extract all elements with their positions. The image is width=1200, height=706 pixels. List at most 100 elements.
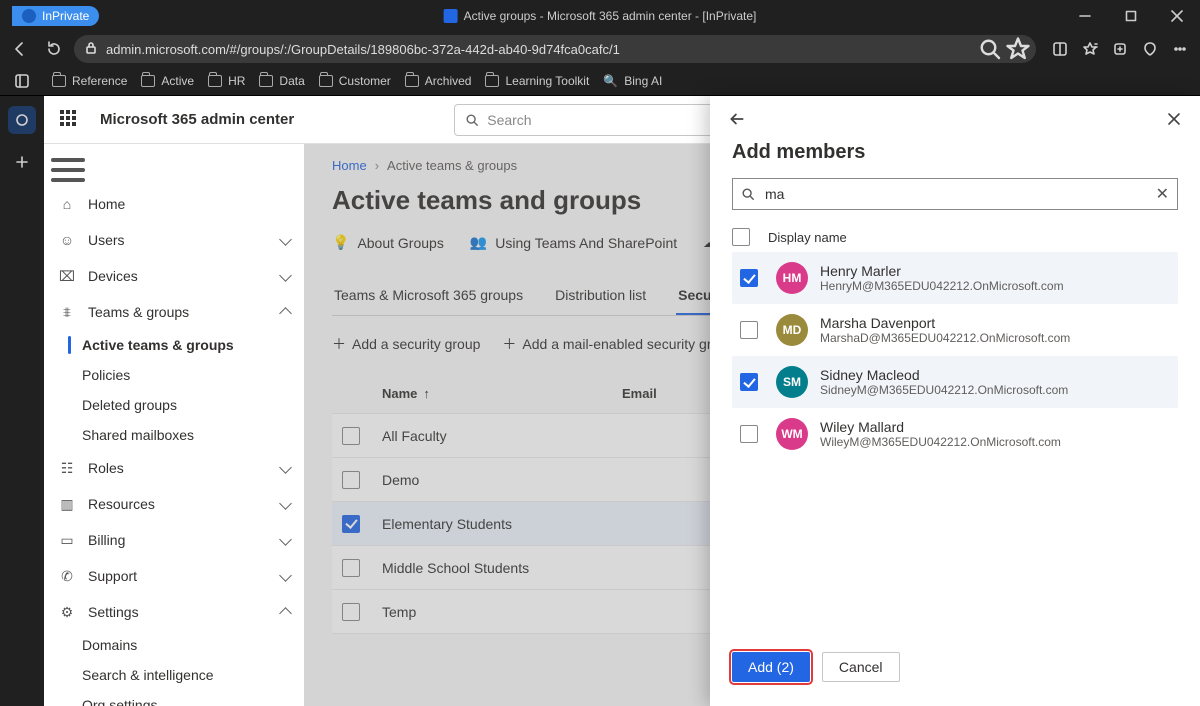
nav-devices[interactable]: ⌧Devices [44,258,304,294]
nav-policies[interactable]: Policies [44,360,304,390]
col-name[interactable]: Name↑ [382,386,622,401]
refresh-button[interactable] [40,35,68,63]
panel-back-button[interactable] [728,110,746,133]
member-name: Wiley Mallard [820,419,1061,435]
nav-deleted-groups[interactable]: Deleted groups [44,390,304,420]
address-bar-row: admin.microsoft.com/#/groups/:/GroupDeta… [0,32,1200,66]
nav-users[interactable]: ☺Users [44,222,304,258]
nav-domains[interactable]: Domains [44,630,304,660]
favorite-bing-ai[interactable]: 🔍Bing AI [603,74,662,88]
row-checkbox[interactable] [342,427,360,445]
nav-billing[interactable]: ▭Billing [44,522,304,558]
row-checkbox[interactable] [342,603,360,621]
favorite-data[interactable]: Data [259,74,304,88]
select-all-checkbox[interactable] [732,228,750,246]
devices-icon: ⌧ [58,268,76,285]
favorites-icon[interactable] [1076,35,1104,63]
favorites-bar: Reference Active HR Data Customer Archived Lea… [0,66,1200,96]
member-row[interactable]: MDMarsha DavenportMarshaD@M365EDU042212.… [732,304,1178,356]
panel-close-button[interactable] [1166,111,1182,132]
nav-settings[interactable]: ⚙Settings [44,594,304,630]
edge-sidebar [0,96,44,706]
nav-resources[interactable]: ▥Resources [44,486,304,522]
minimize-button[interactable] [1062,0,1108,32]
collections-icon[interactable] [1106,35,1134,63]
titlebar: InPrivate Active groups - Microsoft 365 … [0,0,1200,32]
nav-org-settings[interactable]: Org settings [44,690,304,706]
panel-search[interactable]: ✕ [732,178,1178,210]
cancel-button[interactable]: Cancel [822,652,900,682]
row-checkbox[interactable] [342,471,360,489]
folder-icon [405,75,419,87]
row-name: All Faculty [382,428,622,444]
add-mail-security-group-button[interactable]: ＋Add a mail-enabled security group [502,334,734,354]
tab-teams-m365[interactable]: Teams & Microsoft 365 groups [332,277,525,315]
browser-essentials-icon[interactable] [1136,35,1164,63]
favorite-customer[interactable]: Customer [319,74,391,88]
back-button[interactable] [6,35,34,63]
row-checkbox[interactable] [342,559,360,577]
row-checkbox[interactable] [342,515,360,533]
teach-about-groups[interactable]: 💡About Groups [332,234,444,251]
support-icon: ✆ [58,568,76,585]
col-display-name[interactable]: Display name [768,230,847,245]
inprivate-badge: InPrivate [12,6,99,26]
panel-search-input[interactable] [763,185,1169,203]
col-email[interactable]: Email [622,386,657,401]
nav-support[interactable]: ✆Support [44,558,304,594]
app-launcher-icon[interactable] [60,110,80,130]
favorite-active[interactable]: Active [141,74,194,88]
member-avatar: SM [776,366,808,398]
folder-icon [141,75,155,87]
clear-search-icon[interactable]: ✕ [1156,184,1169,204]
favorite-star-icon[interactable] [1006,37,1030,61]
more-button[interactable] [1166,35,1194,63]
member-email: SidneyM@M365EDU042212.OnMicrosoft.com [820,383,1068,397]
member-checkbox[interactable] [740,321,758,339]
nav-home[interactable]: ⌂Home [44,186,304,222]
nav-shared-mailboxes[interactable]: Shared mailboxes [44,420,304,450]
teams-icon: ⩨ [58,304,76,321]
edge-sidebar-copilot-icon[interactable] [8,106,36,134]
member-checkbox[interactable] [740,373,758,391]
add-button[interactable]: Add (2) [732,652,810,682]
edge-sidebar-add-icon[interactable] [8,148,36,176]
nav-roles[interactable]: ☷Roles [44,450,304,486]
nav-search-intelligence[interactable]: Search & intelligence [44,660,304,690]
omnibox-zoom-icon[interactable] [978,37,1002,61]
nav-teams-groups[interactable]: ⩨Teams & groups [44,294,304,330]
teach-teams-sharepoint[interactable]: 👥Using Teams And SharePoint [470,234,677,251]
vertical-tabs-icon[interactable] [8,67,36,95]
split-screen-icon[interactable] [1046,35,1074,63]
nav-active-teams-groups[interactable]: Active teams & groups [44,330,304,360]
app-icon [444,9,458,23]
member-email: WileyM@M365EDU042212.OnMicrosoft.com [820,435,1061,449]
suite-title: Microsoft 365 admin center [100,111,294,128]
roles-icon: ☷ [58,460,76,477]
nav-hamburger-icon[interactable] [48,154,88,186]
window-title: Active groups - Microsoft 365 admin cent… [444,9,757,23]
url-text: admin.microsoft.com/#/groups/:/GroupDeta… [106,42,620,57]
member-email: MarshaD@M365EDU042212.OnMicrosoft.com [820,331,1070,345]
row-name: Temp [382,604,622,620]
member-checkbox[interactable] [740,269,758,287]
maximize-button[interactable] [1108,0,1154,32]
favorite-reference[interactable]: Reference [52,74,127,88]
member-row[interactable]: HMHenry MarlerHenryM@M365EDU042212.OnMic… [732,252,1178,304]
left-nav: ⌂Home ☺Users ⌧Devices ⩨Teams & groups Ac… [44,144,304,706]
tab-distribution[interactable]: Distribution list [553,277,648,315]
chevron-right-icon: › [375,158,379,173]
suite-search-placeholder: Search [487,112,531,128]
favorite-archived[interactable]: Archived [405,74,472,88]
member-checkbox[interactable] [740,425,758,443]
close-window-button[interactable] [1154,0,1200,32]
address-bar[interactable]: admin.microsoft.com/#/groups/:/GroupDeta… [74,35,1036,63]
member-name: Henry Marler [820,263,1064,279]
favorite-hr[interactable]: HR [208,74,245,88]
member-row[interactable]: WMWiley MallardWileyM@M365EDU042212.OnMi… [732,408,1178,460]
member-row[interactable]: SMSidney MacleodSidneyM@M365EDU042212.On… [732,356,1178,408]
add-security-group-button[interactable]: ＋Add a security group [332,334,480,354]
bing-icon: 🔍 [603,74,618,88]
favorite-learning-toolkit[interactable]: Learning Toolkit [485,74,589,88]
breadcrumb-home[interactable]: Home [332,158,367,173]
